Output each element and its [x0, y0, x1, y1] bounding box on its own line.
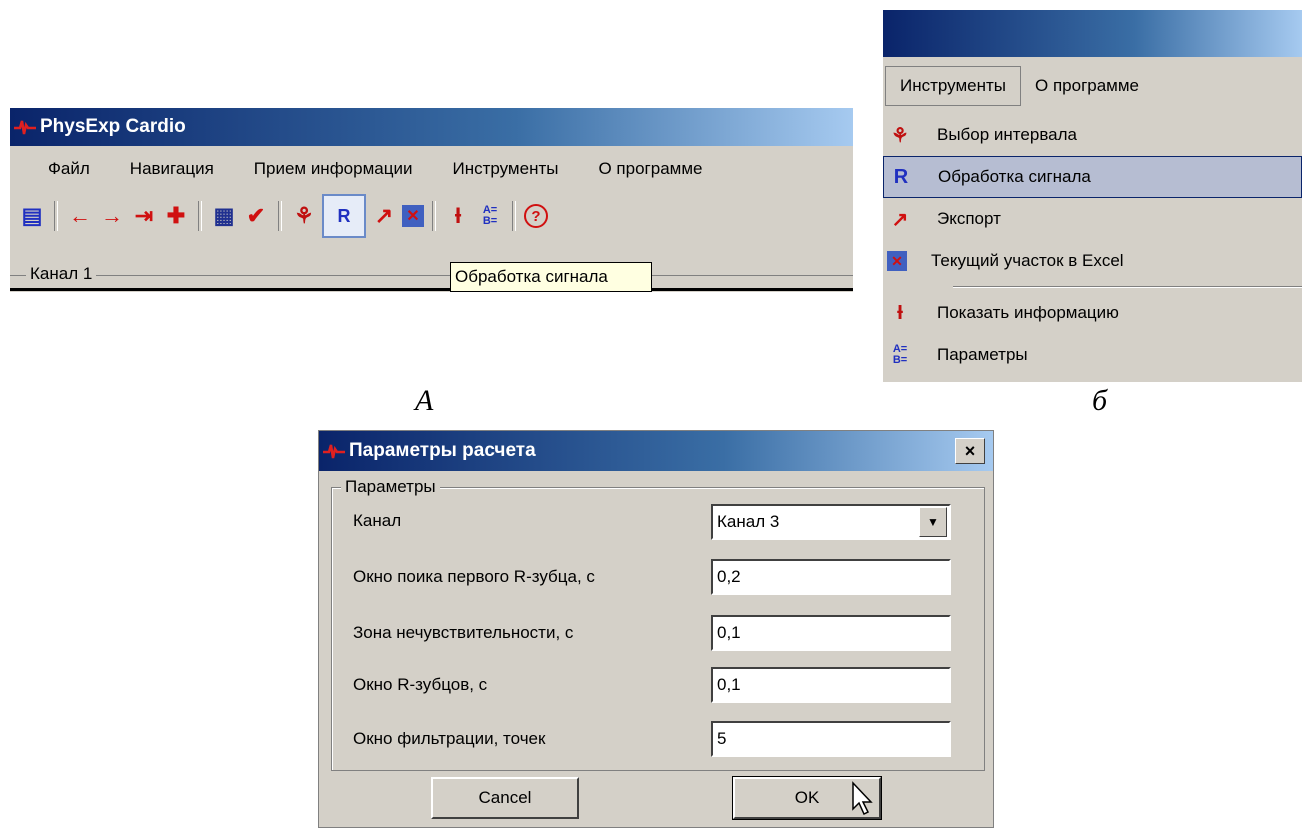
- menu-item-label: Выбор интервала: [937, 125, 1077, 144]
- channel-select[interactable]: Канал 3 ▼: [711, 504, 951, 540]
- acquire-data-icon[interactable]: ▦: [210, 202, 238, 230]
- toolbar-separator: [432, 201, 436, 231]
- close-icon[interactable]: ×: [955, 438, 985, 464]
- main-toolbar: ▤ ← → ⇥ ✚ ▦ ✔ ⚘ R ↗ ✕ Ɨ A= B= ?: [10, 192, 853, 240]
- menu-window: Инструменты О программе ⚘ Выбор интервал…: [883, 10, 1302, 382]
- select-interval-icon: ⚘: [891, 124, 909, 147]
- nav-left-icon[interactable]: ←: [66, 202, 94, 230]
- filter-window-label: Окно фильтрации, точек: [353, 729, 546, 748]
- main-window-title: PhysExp Cardio: [40, 116, 186, 137]
- main-menubar: Файл Навигация Прием информации Инструме…: [10, 146, 853, 192]
- menu-item-excel[interactable]: ✕ Текущий участок в Excel: [883, 240, 1302, 282]
- first-r-wave-window-input[interactable]: 0,2: [711, 559, 951, 595]
- tools-dropdown: ⚘ Выбор интервала R Обработка сигнала ↗ …: [883, 114, 1302, 376]
- toolbar-separator: [512, 201, 516, 231]
- caption-a: А: [415, 384, 434, 417]
- channel-select-value: Канал 3: [717, 512, 780, 531]
- menu-tools[interactable]: Инструменты: [432, 159, 578, 179]
- menu-item-signal-processing[interactable]: R Обработка сигнала: [883, 156, 1302, 198]
- excel-icon: ✕: [887, 251, 907, 271]
- nav-end-icon[interactable]: ⇥: [130, 202, 158, 230]
- main-window: PhysExp Cardio Файл Навигация Прием инфо…: [10, 108, 853, 292]
- menu-item-label: Параметры: [937, 345, 1028, 364]
- menu-item-label: Текущий участок в Excel: [931, 251, 1124, 270]
- dialog-titlebar: Параметры расчета ×: [319, 431, 993, 471]
- info-icon[interactable]: Ɨ: [444, 202, 472, 230]
- r-wave-window-input[interactable]: 0,1: [711, 667, 951, 703]
- group-title: Параметры: [341, 477, 440, 497]
- parameters-dialog: Параметры расчета × Параметры Канал Кана…: [318, 430, 994, 828]
- menu-item-label: Экспорт: [937, 209, 1001, 228]
- app-logo-icon: [323, 444, 345, 459]
- menu-about[interactable]: О программе: [1021, 76, 1153, 96]
- main-window-titlebar: PhysExp Cardio: [10, 108, 853, 146]
- channel-field-label: Канал: [353, 511, 402, 530]
- menu-item-label: Обработка сигнала: [938, 167, 1091, 186]
- caption-b: б: [1092, 384, 1108, 417]
- toolbar-separator: [198, 201, 202, 231]
- menu-window-titlebar: [883, 10, 1302, 57]
- signal-processing-icon: R: [893, 165, 909, 188]
- dead-zone-label: Зона нечувствительности, с: [353, 623, 574, 642]
- menu-item-label: Показать информацию: [937, 303, 1119, 322]
- menu-item-export[interactable]: ↗ Экспорт: [883, 198, 1302, 240]
- toolbar-separator: [278, 201, 282, 231]
- parameters-icon[interactable]: A= B=: [476, 202, 504, 230]
- menu-item-select-interval[interactable]: ⚘ Выбор интервала: [883, 114, 1302, 156]
- chevron-down-icon[interactable]: ▼: [919, 507, 947, 537]
- cancel-button[interactable]: Cancel: [431, 777, 579, 819]
- tooltip: Обработка сигнала: [450, 262, 652, 292]
- nav-center-icon[interactable]: ✚: [162, 202, 190, 230]
- menu-data-acquisition[interactable]: Прием информации: [234, 159, 433, 179]
- menu-item-show-info[interactable]: Ɨ Показать информацию: [883, 292, 1302, 334]
- menu-item-parameters[interactable]: A= B= Параметры: [883, 334, 1302, 376]
- channel-label: Канал 1: [26, 264, 97, 284]
- checkmark-icon[interactable]: ✔: [242, 202, 270, 230]
- open-file-icon[interactable]: ▤: [18, 202, 46, 230]
- signal-processing-icon[interactable]: R: [322, 194, 366, 238]
- mouse-cursor-icon: [852, 781, 873, 816]
- export-arrow-icon: ↗: [891, 208, 909, 231]
- export-arrow-icon[interactable]: ↗: [370, 202, 398, 230]
- menu-window-menubar: Инструменты О программе: [883, 57, 1302, 114]
- nav-right-icon[interactable]: →: [98, 202, 126, 230]
- menu-file[interactable]: Файл: [10, 159, 110, 179]
- app-logo-icon: [14, 120, 36, 135]
- menu-separator: [883, 282, 1302, 292]
- first-r-wave-window-label: Окно поика первого R-зубца, с: [353, 567, 595, 586]
- info-icon: Ɨ: [897, 301, 903, 324]
- toolbar-separator: [54, 201, 58, 231]
- parameters-icon: A= B=: [892, 343, 908, 366]
- plot-border: [10, 288, 853, 291]
- menu-tools-open[interactable]: Инструменты: [885, 65, 1022, 106]
- excel-icon[interactable]: ✕: [402, 205, 424, 227]
- menu-about[interactable]: О программе: [578, 159, 722, 179]
- select-interval-icon[interactable]: ⚘: [290, 202, 318, 230]
- r-wave-window-label: Окно R-зубцов, с: [353, 675, 488, 694]
- dead-zone-input[interactable]: 0,1: [711, 615, 951, 651]
- channel-group-border: [10, 275, 853, 277]
- help-icon[interactable]: ?: [524, 204, 548, 228]
- filter-window-input[interactable]: 5: [711, 721, 951, 757]
- dialog-title: Параметры расчета: [349, 440, 536, 461]
- menu-navigation[interactable]: Навигация: [110, 159, 234, 179]
